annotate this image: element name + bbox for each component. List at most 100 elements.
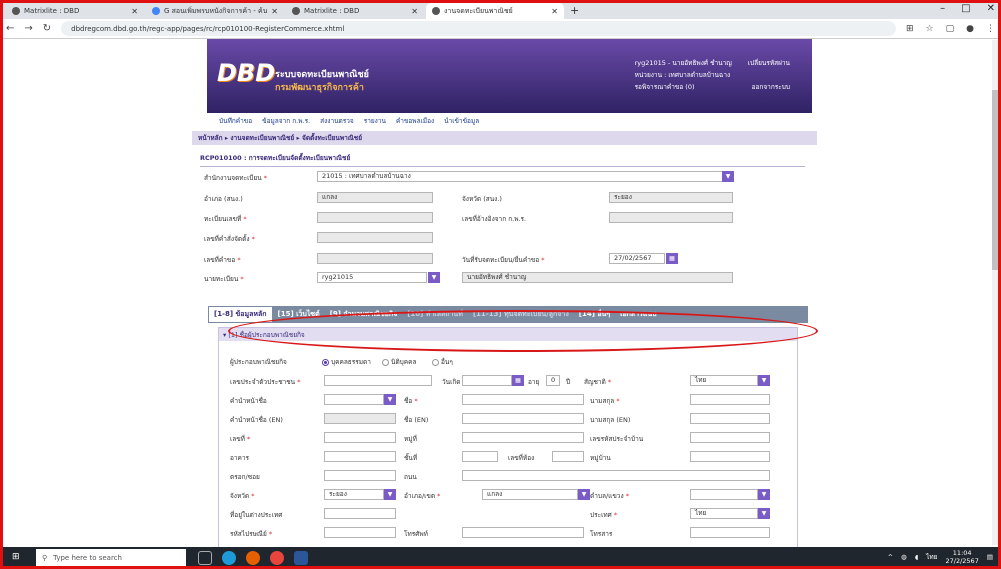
district-label: อำเภอ/เขต * [404,492,441,500]
reqno-label: เลขที่คำขอ * [204,256,241,264]
country-select[interactable]: ไทย [690,508,758,519]
task-view-icon[interactable] [198,551,212,565]
chevron-down-icon[interactable]: ▼ [384,394,396,405]
browser-tab-2[interactable]: G สอนเพิ่มพรบหนังกิจการค้า - ค้นหาด้วย G… [146,3,284,19]
radio-other[interactable]: อื่นๆ [432,357,453,367]
date-input[interactable]: 27/02/2567 [609,253,665,264]
radio-individual[interactable]: บุคคลธรรมดา [322,357,371,367]
last-name-input[interactable] [690,394,770,405]
forward-icon[interactable]: → [24,23,32,34]
volume-icon[interactable]: ◖ [915,553,918,561]
menu-dots-icon[interactable]: ⋮ [986,24,995,34]
prefix-select[interactable] [324,394,384,405]
chevron-down-icon[interactable]: ▼ [428,272,440,283]
age-input[interactable]: 0 [546,375,560,386]
country-label: ประเทศ * [590,511,618,519]
chrome-icon[interactable] [270,551,284,565]
province-select[interactable]: ระยอง [324,489,384,500]
registrar-select[interactable]: ryg21015 [317,272,427,283]
office-select[interactable]: 21015 : เทศบาลตำบลบ้านฉาง [317,171,725,182]
menu-item-reports[interactable]: รายงาน [364,116,386,126]
menu-item-send-review[interactable]: ส่งงานตรวจ [320,116,354,126]
menu-item-citizen-requests[interactable]: คำขอพลเมือง [396,116,434,126]
bookmark-star-icon[interactable]: ☆ [926,24,934,34]
phone-input[interactable] [462,527,584,538]
house-no-input[interactable] [324,432,396,443]
last-name-en-input[interactable] [690,413,770,424]
office-name: หน่วยงาน : เทศบาลตำบลบ้านฉาง [634,71,731,79]
word-icon[interactable] [294,551,308,565]
chevron-down-icon[interactable]: ▼ [578,489,590,500]
birth-input[interactable] [462,375,512,386]
id-input[interactable] [324,375,432,386]
road-input[interactable] [462,470,770,481]
menu-item-save-request[interactable]: บันทึกคำขอ [219,116,252,126]
user-name: ryg21015 - นายอัทธิพงศ์ ชำนาญ [634,59,732,67]
browser-tab-3[interactable]: Matrixlite : DBD ✕ [286,3,424,19]
maximize-button[interactable]: □ [961,3,970,14]
pending-requests-link[interactable]: รอพิจารณาคำขอ (0) [635,81,695,93]
calendar-icon[interactable]: ▦ [666,253,678,264]
owner-type-label: ผู้ประกอบพาณิชยกิจ [230,358,287,366]
profile-icon[interactable]: ● [966,24,974,34]
first-name-label: ชื่อ * [404,397,418,405]
close-tab-icon[interactable]: ✕ [411,7,418,16]
back-icon[interactable]: ← [6,23,14,34]
windows-start-icon[interactable]: ⊞ [12,552,28,564]
chevron-down-icon[interactable]: ▼ [758,489,770,500]
chevron-down-icon[interactable]: ▼ [722,171,734,182]
nationality-select[interactable]: ไทย [690,375,758,386]
soi-input[interactable] [324,470,396,481]
browser-tab-4[interactable]: งานจดทะเบียนพาณิชย์ ✕ [426,3,564,19]
village-input[interactable] [690,451,770,462]
language-indicator[interactable]: ไทย [926,552,937,562]
room-input[interactable] [552,451,584,462]
menu-item-import[interactable]: นำเข้าข้อมูล [444,116,479,126]
clock[interactable]: 11:04 27/2/2567 [946,549,979,565]
scrollbar-thumb[interactable] [992,90,998,270]
first-name-input[interactable] [462,394,584,405]
building-input[interactable] [324,451,396,462]
floor-input[interactable] [462,451,498,462]
notification-icon[interactable]: ▤ [987,553,993,561]
translate-icon[interactable]: ⊞ [906,24,914,34]
url-input[interactable]: dbdregcom.dbd.go.th/regc-app/pages/rc/rc… [61,21,896,36]
sidebar-icon[interactable]: ▢ [946,24,955,34]
abroad-checkbox[interactable] [324,508,396,519]
reload-icon[interactable]: ↻ [43,23,51,34]
postcode-input[interactable] [324,527,396,538]
house-code-input[interactable] [690,432,770,443]
browser-tab-1[interactable]: Matrixlite : DBD ✕ [6,3,144,19]
favicon-icon [292,7,300,15]
minimize-button[interactable]: – [940,3,945,14]
district-select[interactable]: แกลง [482,489,578,500]
first-name-en-input[interactable] [462,413,584,424]
taskbar-search[interactable]: ⚲ Type here to search [36,549,186,567]
user-info: ryg21015 - นายอัทธิพงศ์ ชำนาญ เปลี่ยนรหัส… [635,57,790,93]
chevron-down-icon[interactable]: ▼ [758,375,770,386]
close-tab-icon[interactable]: ✕ [551,7,558,16]
close-tab-icon[interactable]: ✕ [131,7,138,16]
dbd-logo[interactable]: DBD [217,59,275,91]
radio-juristic[interactable]: นิติบุคคล [382,357,416,367]
road-label: ถนน [404,473,417,481]
calendar-icon[interactable]: ▦ [512,375,524,386]
tray-chevron-icon[interactable]: ^ [888,553,893,561]
firefox-icon[interactable] [246,551,260,565]
network-icon[interactable]: ◍ [901,553,907,561]
edge-icon[interactable] [222,551,236,565]
chevron-down-icon[interactable]: ▼ [384,489,396,500]
new-tab-button[interactable]: + [570,4,579,19]
logout-link[interactable]: ออกจากระบบ [752,81,790,93]
breadcrumb[interactable]: หน้าหลัก ▸ งานจดทะเบียนพาณิชย์ ▸ จัดตั้ง… [192,131,817,145]
change-password-link[interactable]: เปลี่ยนรหัสผ่าน [748,57,790,69]
search-icon: ⚲ [42,554,48,562]
close-window-button[interactable]: ✕ [987,3,995,14]
subdistrict-select[interactable] [690,489,758,500]
fax-input[interactable] [690,527,770,538]
chevron-down-icon[interactable]: ▼ [758,508,770,519]
ref-field [609,212,733,223]
menu-item-opdc-data[interactable]: ข้อมูลจาก ก.พ.ร. [262,116,310,126]
moo-input[interactable] [462,432,584,443]
close-tab-icon[interactable]: ✕ [271,7,278,16]
